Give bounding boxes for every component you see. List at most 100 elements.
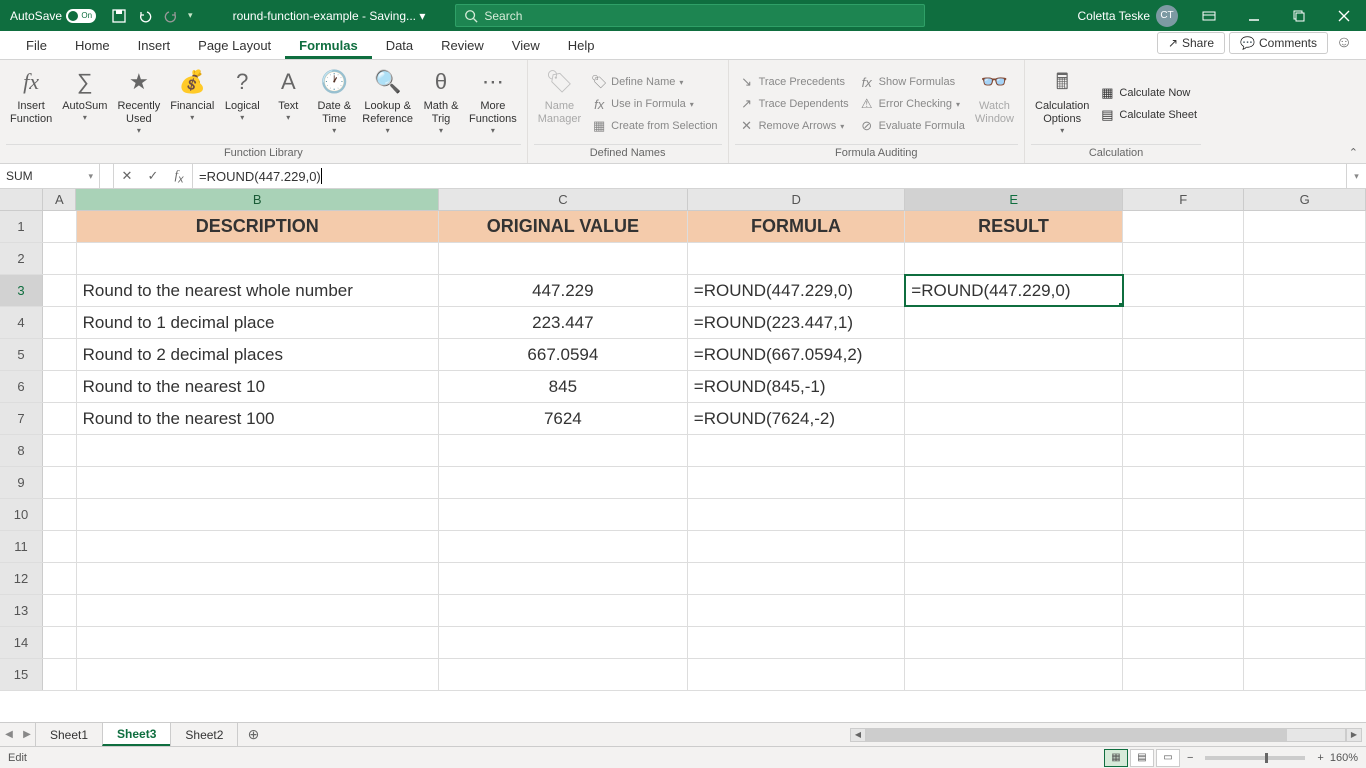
sheet-nav-next-icon[interactable]: ▶ — [18, 723, 36, 746]
account-button[interactable]: Coletta Teske CT — [1078, 5, 1179, 27]
tab-formulas[interactable]: Formulas — [285, 32, 372, 59]
cell-F11[interactable] — [1123, 531, 1245, 562]
cell-G3[interactable] — [1244, 275, 1366, 306]
share-button[interactable]: ↗Share — [1157, 32, 1225, 54]
select-all-corner[interactable] — [0, 189, 43, 210]
page-break-view-icon[interactable]: ▭ — [1156, 749, 1180, 767]
document-title[interactable]: round-function-example - Saving... ▾ — [233, 9, 426, 23]
col-header-c[interactable]: C — [439, 189, 688, 210]
col-header-d[interactable]: D — [688, 189, 906, 210]
page-layout-view-icon[interactable]: ▤ — [1130, 749, 1154, 767]
cell-G14[interactable] — [1244, 627, 1366, 658]
cell-E11[interactable] — [905, 531, 1123, 562]
cell-B7[interactable]: Round to the nearest 100 — [77, 403, 439, 434]
cell-A10[interactable] — [43, 499, 77, 530]
cell-C5[interactable]: 667.0594 — [439, 339, 688, 370]
enter-formula-icon[interactable]: ✓ — [140, 168, 166, 184]
cell-F3[interactable] — [1123, 275, 1245, 306]
cell-F10[interactable] — [1123, 499, 1245, 530]
row-header[interactable]: 9 — [0, 467, 43, 498]
cell-B10[interactable] — [77, 499, 439, 530]
lookup-button[interactable]: 🔍Lookup & Reference▾ — [358, 64, 417, 142]
sheet-tab[interactable]: Sheet1 — [35, 723, 103, 746]
calculate-now-button[interactable]: ▦Calculate Now — [1095, 83, 1201, 103]
collapse-ribbon-icon[interactable]: ⌃ — [1341, 142, 1366, 163]
cell-A2[interactable] — [43, 243, 77, 274]
sheet-tab[interactable]: Sheet2 — [170, 723, 238, 746]
cell-B8[interactable] — [77, 435, 439, 466]
cell-G15[interactable] — [1244, 659, 1366, 690]
row-header[interactable]: 12 — [0, 563, 43, 594]
cell-C2[interactable] — [439, 243, 688, 274]
cell-B11[interactable] — [77, 531, 439, 562]
tab-view[interactable]: View — [498, 32, 554, 59]
calculate-sheet-button[interactable]: ▤Calculate Sheet — [1095, 105, 1201, 125]
cell-B15[interactable] — [77, 659, 439, 690]
comments-button[interactable]: 💬Comments — [1229, 32, 1328, 54]
row-header[interactable]: 4 — [0, 307, 43, 338]
cell-B4[interactable]: Round to 1 decimal place — [77, 307, 439, 338]
sheet-nav-prev-icon[interactable]: ◀ — [0, 723, 18, 746]
tab-home[interactable]: Home — [61, 32, 124, 59]
cell-B1[interactable]: DESCRIPTION — [77, 211, 439, 242]
cell-D3[interactable]: =ROUND(447.229,0) — [688, 275, 906, 306]
cell-F5[interactable] — [1123, 339, 1245, 370]
cell-C11[interactable] — [439, 531, 688, 562]
cell-F8[interactable] — [1123, 435, 1245, 466]
cell-D7[interactable]: =ROUND(7624,-2) — [688, 403, 906, 434]
row-header[interactable]: 3 — [0, 275, 43, 306]
row-header[interactable]: 15 — [0, 659, 43, 690]
sheet-tab[interactable]: Sheet3 — [102, 723, 171, 746]
name-box[interactable]: SUM▾ — [0, 164, 100, 188]
cell-A8[interactable] — [43, 435, 77, 466]
cell-E4[interactable] — [905, 307, 1123, 338]
cell-G9[interactable] — [1244, 467, 1366, 498]
cell-C10[interactable] — [439, 499, 688, 530]
cell-G5[interactable] — [1244, 339, 1366, 370]
tab-help[interactable]: Help — [554, 32, 609, 59]
cell-D2[interactable] — [688, 243, 906, 274]
tab-data[interactable]: Data — [372, 32, 427, 59]
row-header[interactable]: 14 — [0, 627, 43, 658]
logical-button[interactable]: ?Logical▾ — [220, 64, 264, 142]
cell-E14[interactable] — [905, 627, 1123, 658]
cell-E8[interactable] — [905, 435, 1123, 466]
row-header[interactable]: 13 — [0, 595, 43, 626]
cell-D5[interactable]: =ROUND(667.0594,2) — [688, 339, 906, 370]
cell-D6[interactable]: =ROUND(845,-1) — [688, 371, 906, 402]
cell-E13[interactable] — [905, 595, 1123, 626]
tab-page-layout[interactable]: Page Layout — [184, 32, 285, 59]
hscroll-left-icon[interactable]: ◀ — [850, 728, 866, 742]
cell-G4[interactable] — [1244, 307, 1366, 338]
spreadsheet-grid[interactable]: A B C D E F G 1DESCRIPTIONORIGINAL VALUE… — [0, 189, 1366, 722]
cell-A15[interactable] — [43, 659, 77, 690]
tab-insert[interactable]: Insert — [124, 32, 185, 59]
cell-A12[interactable] — [43, 563, 77, 594]
cell-B3[interactable]: Round to the nearest whole number — [77, 275, 439, 306]
autosum-button[interactable]: ∑AutoSum▾ — [58, 64, 111, 142]
cell-A9[interactable] — [43, 467, 77, 498]
fx-icon[interactable]: fx — [166, 167, 192, 186]
cell-A6[interactable] — [43, 371, 77, 402]
zoom-out-icon[interactable]: − — [1187, 752, 1193, 764]
undo-icon[interactable] — [136, 7, 154, 25]
cell-F13[interactable] — [1123, 595, 1245, 626]
ribbon-display-icon[interactable] — [1186, 0, 1231, 31]
cell-F15[interactable] — [1123, 659, 1245, 690]
minimize-icon[interactable] — [1231, 0, 1276, 31]
cell-D15[interactable] — [688, 659, 906, 690]
cell-A13[interactable] — [43, 595, 77, 626]
zoom-level[interactable]: 160% — [1330, 752, 1358, 764]
cell-G13[interactable] — [1244, 595, 1366, 626]
cell-E3[interactable]: =ROUND(447.229,0) — [905, 275, 1123, 306]
cell-E9[interactable] — [905, 467, 1123, 498]
cell-A4[interactable] — [43, 307, 77, 338]
cell-D1[interactable]: FORMULA — [688, 211, 906, 242]
insert-function-button[interactable]: fxInsert Function — [6, 64, 56, 142]
tab-review[interactable]: Review — [427, 32, 498, 59]
financial-button[interactable]: 💰Financial▾ — [166, 64, 218, 142]
hscroll-thumb[interactable] — [867, 729, 1287, 741]
cell-C6[interactable]: 845 — [439, 371, 688, 402]
cell-E1[interactable]: RESULT — [905, 211, 1123, 242]
cell-F2[interactable] — [1123, 243, 1245, 274]
